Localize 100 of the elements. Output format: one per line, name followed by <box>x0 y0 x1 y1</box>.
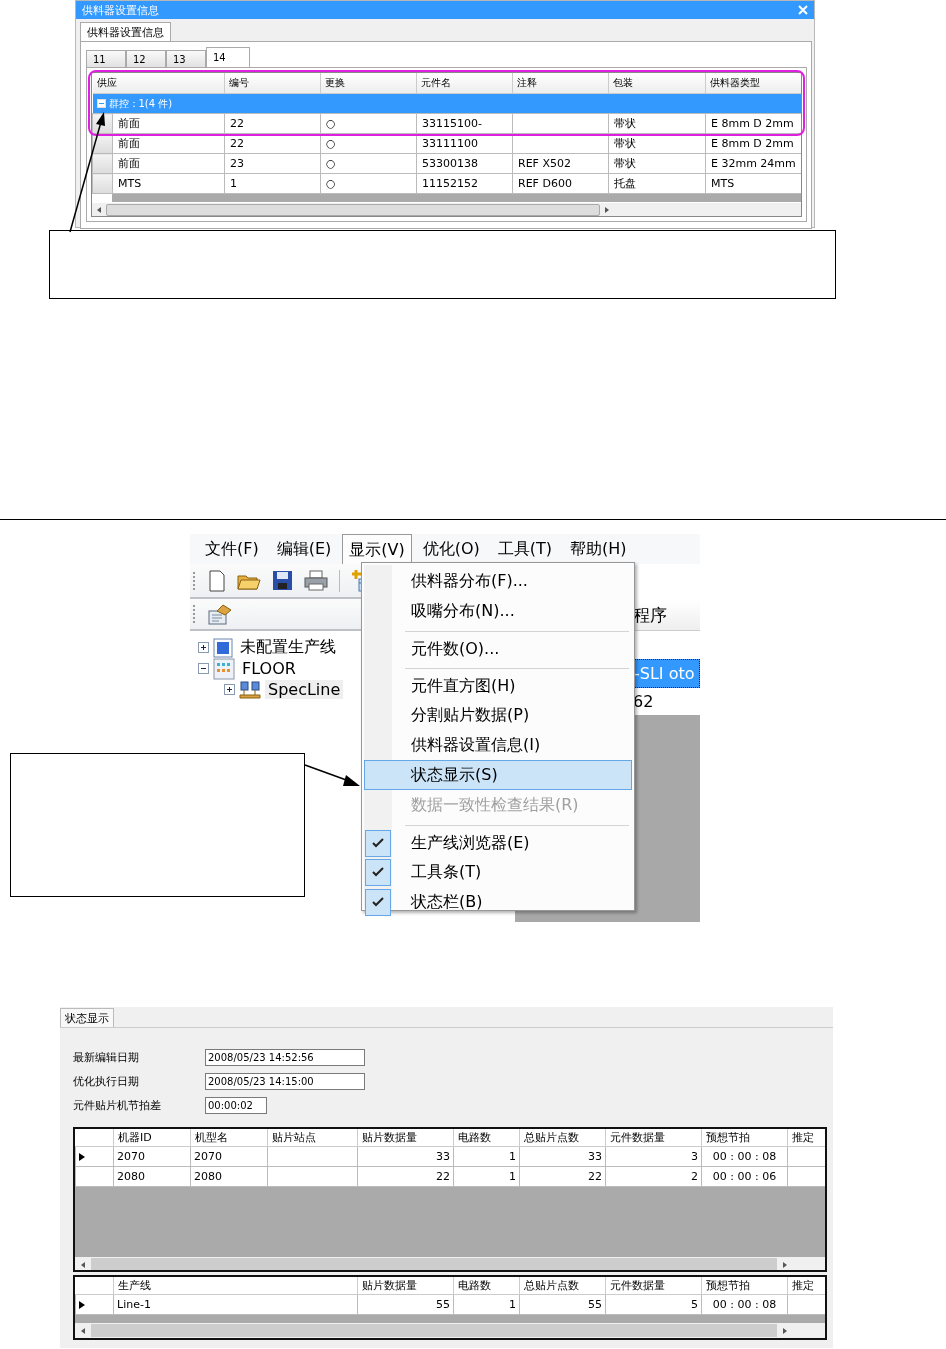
menu-item[interactable]: 元件数(O)... <box>364 626 632 663</box>
tab[interactable]: 12 <box>126 50 166 67</box>
menu-item[interactable]: 优化(O) <box>415 534 487 565</box>
menu-item[interactable]: 编辑(E) <box>269 534 339 565</box>
table-cell: 22 <box>357 1166 454 1187</box>
horizontal-scrollbar[interactable] <box>75 1323 825 1338</box>
menu-item[interactable]: 生产线浏览器(E) <box>364 820 632 857</box>
column-header[interactable]: 预想节拍 <box>701 1277 788 1295</box>
table-cell: 前面 <box>112 133 225 154</box>
square-icon <box>213 637 233 658</box>
print-icon[interactable] <box>304 570 328 591</box>
menu-item[interactable]: 供料器设置信息(I) <box>364 730 632 760</box>
column-header[interactable]: 机器ID <box>113 1129 191 1147</box>
tab[interactable]: 供料器设置信息 <box>80 22 171 41</box>
table-cell: 前面 <box>112 153 225 174</box>
new-document-icon[interactable] <box>208 569 226 592</box>
menu-item[interactable]: 状态栏(B) <box>364 887 632 917</box>
table-cell: Line-1 <box>113 1294 358 1315</box>
properties-icon[interactable] <box>208 603 232 625</box>
table-cell: 55 <box>357 1294 454 1315</box>
column-header[interactable]: 元件数据量 <box>605 1129 702 1147</box>
table-cell: 2070 <box>190 1146 268 1167</box>
row-header[interactable] <box>75 1146 114 1167</box>
column-header[interactable]: 电路数 <box>453 1129 520 1147</box>
column-header[interactable]: 贴片数据量 <box>357 1277 454 1295</box>
table-cell: 22 <box>519 1166 606 1187</box>
table-cell: 00 : 00 : 06 <box>701 1166 788 1187</box>
tab[interactable]: 13 <box>166 50 206 67</box>
floor-grid-icon <box>213 657 235 680</box>
expander-icon[interactable] <box>224 684 235 695</box>
input-field[interactable]: 2008/05/23 14:52:56 <box>205 1049 365 1066</box>
table-cell: 22 <box>224 133 321 154</box>
column-header[interactable]: 贴片站点 <box>267 1129 358 1147</box>
input-field[interactable]: 2008/05/23 14:15:00 <box>205 1073 365 1090</box>
table-cell: 带状 <box>608 153 706 174</box>
menu-item[interactable]: 供料器分布(F)... <box>364 566 632 596</box>
column-header[interactable]: 推定 <box>787 1277 825 1295</box>
column-header[interactable]: 更换 <box>320 73 417 94</box>
column-header[interactable]: 元件数据量 <box>605 1277 702 1295</box>
check-icon <box>365 829 391 857</box>
table-cell: ○ <box>320 133 417 154</box>
menu-item[interactable]: 吸嘴分布(N)... <box>364 596 632 626</box>
column-header[interactable]: 供应 <box>92 73 225 94</box>
column-header[interactable]: 预想节拍 <box>701 1129 788 1147</box>
column-header[interactable]: 编号 <box>224 73 321 94</box>
check-icon <box>365 888 391 916</box>
tab[interactable]: 14 <box>206 47 250 67</box>
table-cell: 1 <box>453 1166 520 1187</box>
tree-item[interactable]: 未配置生产线 <box>237 637 339 658</box>
group-label: 群控：1(4 件) <box>108 97 173 109</box>
column-header[interactable]: 推定 <box>787 1129 825 1147</box>
horizontal-scrollbar[interactable] <box>75 1257 825 1270</box>
table-cell: 2080 <box>190 1166 268 1187</box>
column-header[interactable]: 包装 <box>608 73 706 94</box>
column-header[interactable]: 供料器类型 <box>705 73 801 94</box>
expander-icon[interactable] <box>198 663 209 674</box>
column-header[interactable]: 电路数 <box>453 1277 520 1295</box>
field-label: 元件贴片机节拍差 <box>73 1098 162 1113</box>
horizontal-scrollbar[interactable] <box>92 203 801 216</box>
table-cell: MTS <box>112 173 225 194</box>
input-field[interactable]: 00:00:02 <box>205 1097 267 1114</box>
table-cell: 33 <box>357 1146 454 1167</box>
column-header[interactable]: 元件名 <box>416 73 513 94</box>
table-cell: E 8mm D 2mm <box>705 113 801 134</box>
arrow <box>304 764 360 786</box>
menu-item[interactable]: 分割贴片数据(P) <box>364 700 632 730</box>
column-header[interactable]: 生产线 <box>113 1277 358 1295</box>
field-label: 最新编辑日期 <box>73 1050 140 1065</box>
column-header[interactable]: 注释 <box>512 73 609 94</box>
table-cell: 2080 <box>113 1166 191 1187</box>
table-cell: 53300138 <box>416 153 513 174</box>
table-cell: 00 : 00 : 08 <box>701 1294 788 1315</box>
menu-item[interactable]: 工具(T) <box>490 534 560 565</box>
menu-item[interactable]: 帮助(H) <box>563 534 634 565</box>
current-row-icon <box>79 1301 85 1309</box>
close-icon[interactable] <box>798 5 808 15</box>
table-cell: 11152152 <box>416 173 513 194</box>
menu-item[interactable]: 元件直方图(H) <box>364 663 632 700</box>
table-cell: 带状 <box>608 133 706 154</box>
row-header[interactable] <box>75 1294 114 1315</box>
menu-item[interactable]: 工具条(T) <box>364 857 632 887</box>
column-header[interactable]: 总贴片点数 <box>519 1129 606 1147</box>
table-cell: ○ <box>320 153 417 174</box>
expander-icon[interactable] <box>198 642 209 653</box>
save-icon[interactable] <box>272 570 293 591</box>
tab[interactable]: 11 <box>86 50 126 67</box>
tab[interactable]: 状态显示 <box>60 1008 114 1027</box>
tree-item[interactable]: FLOOR <box>239 659 299 678</box>
production-line-icon <box>239 679 261 700</box>
column-header[interactable]: 贴片数据量 <box>357 1129 454 1147</box>
column-header[interactable]: 总贴片点数 <box>519 1277 606 1295</box>
check-icon <box>365 858 391 886</box>
table-cell: 5 <box>605 1294 702 1315</box>
column-header[interactable]: 机型名 <box>190 1129 268 1147</box>
window-title: 供料器设置信息 <box>82 2 159 18</box>
table-cell: 33 <box>519 1146 606 1167</box>
collapse-icon[interactable] <box>96 99 106 108</box>
menu-item[interactable]: 状态显示(S) <box>364 760 632 790</box>
menu-item[interactable]: 文件(F) <box>198 534 266 565</box>
tree-item[interactable]: SpecLine <box>265 680 344 699</box>
